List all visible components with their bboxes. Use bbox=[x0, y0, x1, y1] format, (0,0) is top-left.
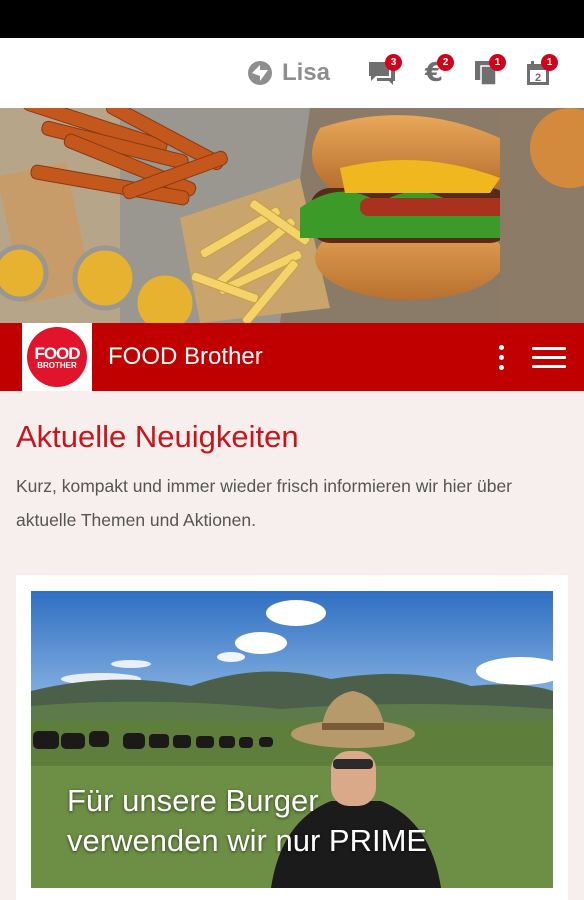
brand-bar: FOOD BROTHER FOOD Brother bbox=[0, 323, 584, 391]
brand-logo[interactable]: FOOD BROTHER bbox=[22, 323, 92, 391]
status-bar bbox=[0, 0, 584, 38]
news-caption-line1: Für unsere Burger bbox=[67, 783, 319, 818]
calendar-day-text: 2 bbox=[535, 72, 541, 84]
news-card[interactable]: Für unsere Burger verwenden wir nur PRIM… bbox=[16, 575, 568, 900]
news-caption-line2: verwenden wir nur PRIME bbox=[67, 823, 428, 858]
messages-badge: 3 bbox=[385, 54, 402, 71]
menu-button[interactable] bbox=[532, 337, 566, 377]
brand-title: FOOD Brother bbox=[108, 343, 263, 370]
calendar-button[interactable]: 2 1 bbox=[512, 53, 564, 93]
more-options-button[interactable] bbox=[486, 337, 516, 377]
news-caption: Für unsere Burger verwenden wir nur PRIM… bbox=[67, 781, 427, 861]
documents-button[interactable]: 1 bbox=[460, 53, 512, 93]
user-name: Lisa bbox=[281, 59, 330, 86]
food-brother-logo-icon: FOOD BROTHER bbox=[27, 327, 87, 387]
payments-button[interactable]: € 2 bbox=[408, 53, 460, 93]
documents-badge: 1 bbox=[489, 54, 506, 71]
page-title: Aktuelle Neuigkeiten bbox=[16, 419, 299, 454]
top-bar: Lisa 3 € 2 1 2 1 bbox=[0, 38, 584, 108]
user-profile[interactable]: Lisa bbox=[246, 59, 330, 87]
user-logo-icon bbox=[247, 61, 272, 85]
main-content: Aktuelle Neuigkeiten Kurz, kompakt und i… bbox=[16, 391, 568, 537]
more-vertical-icon bbox=[498, 344, 504, 350]
hamburger-icon bbox=[532, 346, 566, 350]
hero-food-image bbox=[0, 108, 584, 323]
messages-button[interactable]: 3 bbox=[356, 53, 408, 93]
intro-text: Kurz, kompakt und immer wieder frisch in… bbox=[16, 476, 512, 530]
calendar-badge: 1 bbox=[541, 54, 558, 71]
news-image: Für unsere Burger verwenden wir nur PRIM… bbox=[31, 591, 553, 888]
euro-badge: 2 bbox=[437, 54, 454, 71]
